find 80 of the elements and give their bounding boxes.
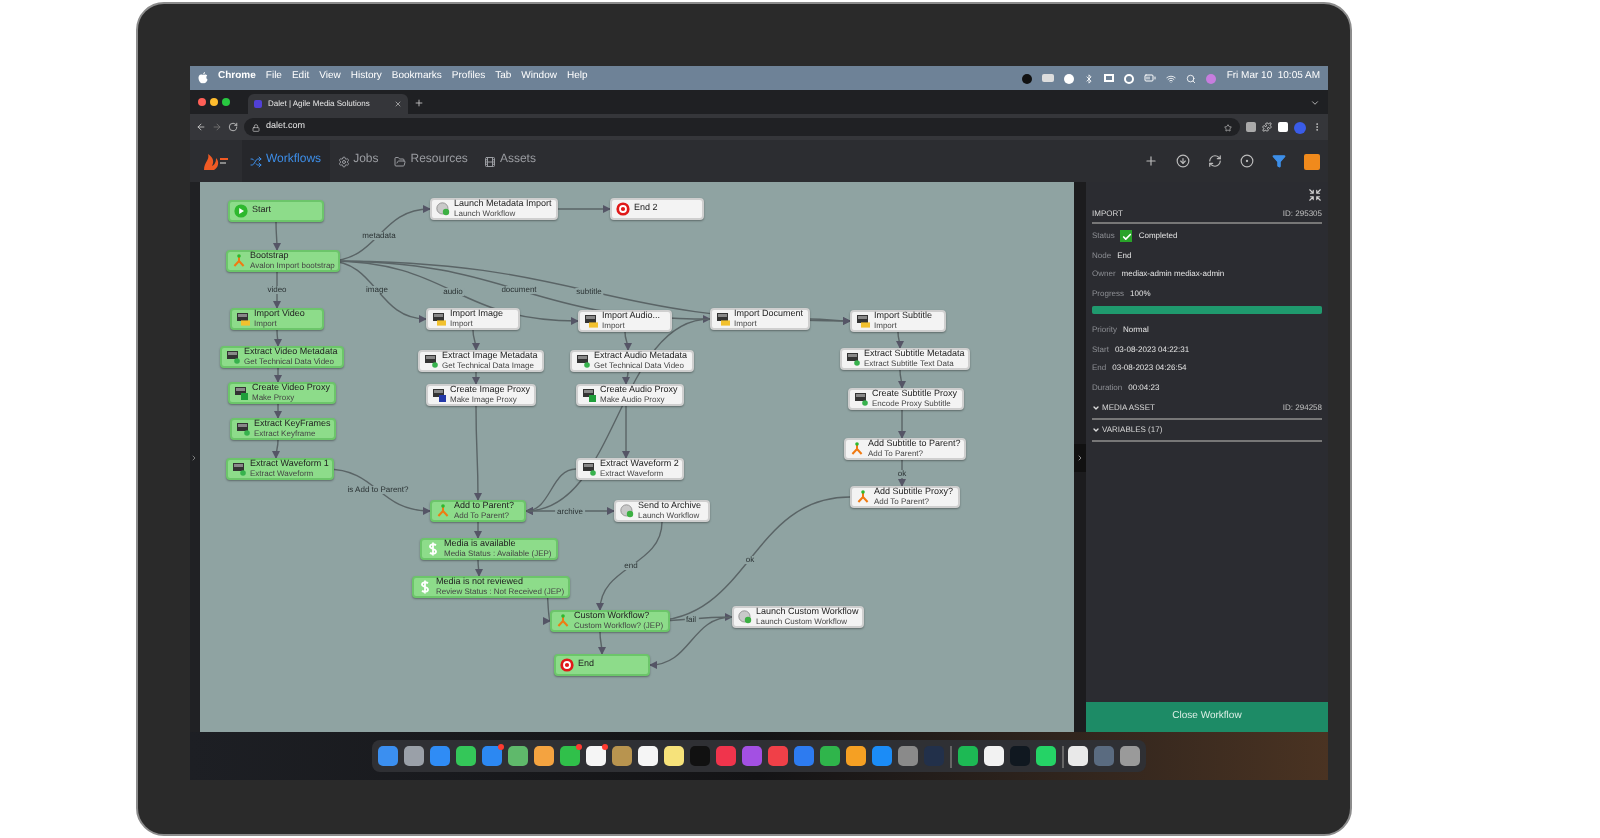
globe-icon xyxy=(436,202,450,216)
connector-line xyxy=(471,329,480,351)
film-icon xyxy=(483,155,496,167)
window-minimize-icon[interactable] xyxy=(210,98,218,106)
branch-icon xyxy=(232,254,246,268)
new-tab-icon[interactable] xyxy=(414,97,424,107)
filter-icon[interactable] xyxy=(1272,154,1286,168)
connector-line xyxy=(898,459,906,487)
folder-icon xyxy=(394,155,407,167)
back-icon[interactable] xyxy=(196,122,206,132)
bluetooth-icon[interactable] xyxy=(1084,73,1095,83)
refresh-icon[interactable] xyxy=(1208,154,1222,168)
search-icon[interactable] xyxy=(1186,73,1197,83)
download-icon[interactable] xyxy=(1176,154,1190,168)
extension-icon[interactable] xyxy=(1278,122,1288,132)
play-icon xyxy=(234,204,248,218)
app-icon[interactable] xyxy=(586,746,606,766)
gear-icon xyxy=(337,155,350,167)
monitor-icon xyxy=(432,388,446,402)
dollar-icon xyxy=(418,580,432,594)
monitor-icon xyxy=(424,354,438,368)
monitor-folder-icon xyxy=(584,314,598,328)
globe-icon xyxy=(620,504,634,518)
reload-icon[interactable] xyxy=(228,122,238,132)
connector-line xyxy=(597,631,606,655)
connector-line xyxy=(472,371,480,385)
connector-line xyxy=(272,439,281,459)
stop-icon xyxy=(616,202,630,216)
window-maximize-icon[interactable] xyxy=(222,98,230,106)
monitor-folder-icon xyxy=(236,312,250,326)
star-icon[interactable] xyxy=(1224,123,1232,131)
wifi-icon[interactable] xyxy=(1166,73,1177,83)
monitor-icon xyxy=(854,392,868,406)
app-logo-icon[interactable] xyxy=(1304,153,1320,169)
shuffle-icon xyxy=(250,155,262,167)
check-icon xyxy=(1120,230,1133,242)
monitor-folder-icon xyxy=(432,312,446,326)
connector-line xyxy=(898,409,906,439)
extension-icon[interactable] xyxy=(1246,122,1256,132)
stop-icon xyxy=(560,658,574,672)
apple-icon[interactable] xyxy=(198,72,208,84)
window-close-icon[interactable] xyxy=(198,98,206,106)
branch-icon xyxy=(850,442,864,456)
puzzle-icon[interactable] xyxy=(1262,122,1272,132)
monitor-icon xyxy=(846,352,860,366)
chevron-icon[interactable] xyxy=(1092,425,1100,433)
app-icon[interactable] xyxy=(560,746,580,766)
branch-icon xyxy=(436,504,450,518)
flame-logo-icon[interactable] xyxy=(202,151,230,171)
connector-line xyxy=(272,221,281,251)
lock-icon xyxy=(252,123,260,131)
globe-icon xyxy=(738,610,752,624)
dollar-icon xyxy=(426,542,440,556)
connector-line xyxy=(274,367,282,383)
branch-icon xyxy=(556,614,570,628)
monitor-icon xyxy=(582,388,596,402)
connector-line xyxy=(273,329,282,347)
connector-line xyxy=(474,521,482,539)
target-icon[interactable] xyxy=(1240,154,1254,168)
chevron-icon[interactable] xyxy=(1092,403,1100,411)
monitor-icon xyxy=(234,386,248,400)
monitor-folder-icon xyxy=(856,314,870,328)
battery-icon[interactable] xyxy=(1144,72,1157,84)
panel-toggle[interactable] xyxy=(1074,443,1086,471)
add-icon[interactable] xyxy=(1144,154,1158,168)
monitor-icon xyxy=(582,462,596,476)
connector-line xyxy=(274,403,282,419)
favicon-icon xyxy=(254,100,262,108)
monitor-icon xyxy=(226,350,240,364)
monitor-folder-icon xyxy=(716,312,730,326)
monitor-icon xyxy=(232,462,246,476)
branch-icon xyxy=(856,490,870,504)
connector-line xyxy=(473,405,482,501)
collapse-icon[interactable] xyxy=(1308,188,1322,202)
connector-line xyxy=(474,559,483,577)
monitor-icon xyxy=(236,422,250,436)
chevron-icon[interactable] xyxy=(1310,97,1320,107)
monitor-icon xyxy=(576,354,590,368)
connector-line xyxy=(895,331,904,349)
connector-line xyxy=(897,369,906,389)
